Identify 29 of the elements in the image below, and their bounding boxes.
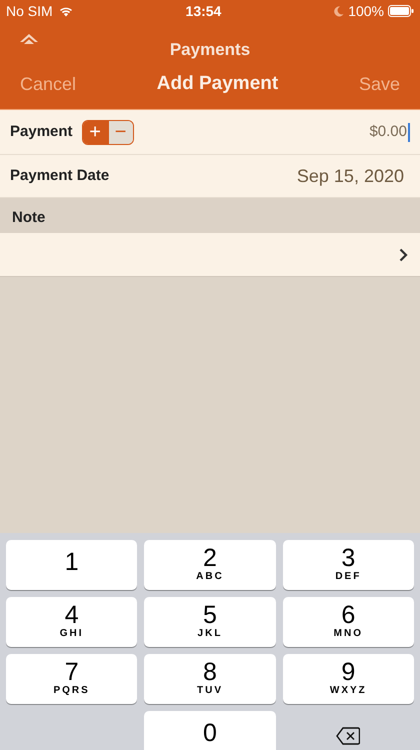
sign-toggle[interactable]: +: [82, 120, 108, 144]
amount-field[interactable]: $0.00: [369, 120, 407, 144]
key-button[interactable]: 1: [6, 540, 138, 590]
key-button[interactable]: 9 WXYZ: [282, 654, 414, 704]
chevron-icon: [399, 248, 408, 262]
wifi-icon: [58, 6, 73, 16]
moon-icon: [334, 6, 344, 16]
date-value[interactable]: Sep 15, 2020: [296, 162, 410, 190]
clock-text: 13:54: [186, 2, 222, 20]
key-button[interactable]: 2 ABC: [144, 540, 276, 590]
key-button[interactable]: 8 TUV: [144, 654, 276, 704]
field-label: Payment: [10, 122, 73, 142]
note-row[interactable]: [0, 233, 420, 277]
key-button[interactable]: 7 PQRS: [6, 654, 138, 704]
text-cursor: [408, 122, 410, 142]
key-button[interactable]: 4 GHI: [6, 597, 138, 647]
home-icon[interactable]: [20, 34, 38, 44]
battery-text: 100%: [348, 2, 384, 20]
carrier-text: No SIM: [6, 2, 53, 20]
key-button[interactable]: 0: [144, 711, 276, 750]
field-label: Payment Date: [10, 166, 110, 186]
nav-title: Add Payment: [156, 72, 278, 96]
parent-title: Payments: [170, 40, 250, 60]
section-header: Note: [12, 208, 46, 228]
key-button[interactable]: 3 DEF: [282, 540, 414, 590]
battery-icon: [388, 5, 414, 17]
key-button[interactable]: 5 JKL: [144, 597, 276, 647]
key-button[interactable]: 6 MNO: [282, 597, 414, 647]
backspace-icon: [336, 727, 360, 745]
